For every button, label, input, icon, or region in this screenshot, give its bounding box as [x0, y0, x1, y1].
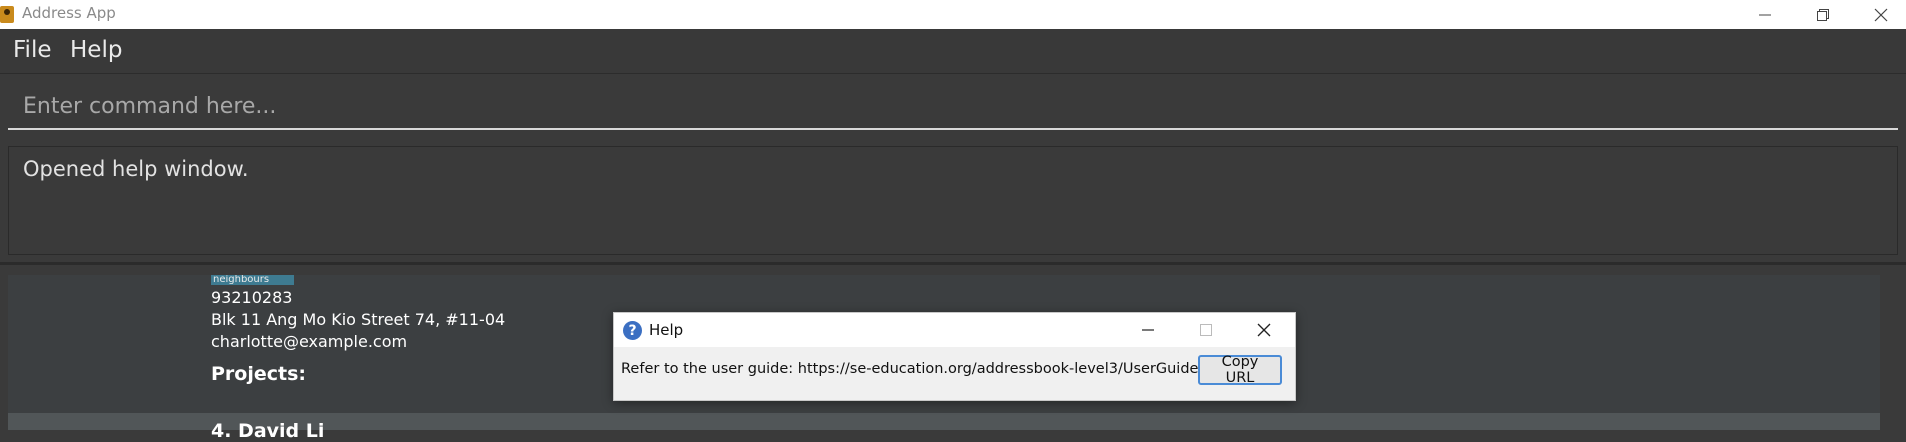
- close-button[interactable]: [1858, 0, 1904, 29]
- next-person-name: 4. David Li: [211, 420, 325, 442]
- dialog-close-button[interactable]: [1254, 320, 1274, 340]
- app-icon: [0, 6, 14, 23]
- dialog-maximize-button[interactable]: [1196, 320, 1216, 340]
- close-icon: [1257, 323, 1271, 337]
- menu-help[interactable]: Help: [70, 37, 122, 63]
- help-dialog-title: Help: [649, 321, 684, 339]
- question-icon: ?: [623, 321, 642, 340]
- minimize-button[interactable]: [1742, 0, 1788, 29]
- copy-url-button[interactable]: Copy URL: [1198, 354, 1282, 386]
- projects-label: Projects:: [211, 363, 306, 385]
- restore-icon: [1817, 8, 1829, 21]
- help-message: Refer to the user guide: https://se-educ…: [621, 361, 1237, 377]
- minimize-icon: [1759, 14, 1771, 15]
- result-display: Opened help window.: [8, 146, 1898, 255]
- minimize-icon: [1142, 329, 1154, 331]
- person-email: charlotte@example.com: [211, 332, 408, 351]
- command-input[interactable]: [8, 84, 1898, 128]
- help-dialog: ? Help Refer to the user guide: https://…: [613, 312, 1296, 401]
- dialog-minimize-button[interactable]: [1138, 320, 1158, 340]
- window-title: Address App: [22, 4, 116, 22]
- command-box: [8, 84, 1898, 130]
- maximize-icon: [1200, 324, 1212, 336]
- close-icon: [1874, 8, 1888, 21]
- window-titlebar: Address App: [0, 0, 1906, 29]
- person-tag: neighbours: [211, 275, 294, 285]
- person-address: Blk 11 Ang Mo Kio Street 74, #11-04: [211, 310, 506, 329]
- menu-bar: File Help: [0, 29, 1906, 74]
- help-dialog-titlebar: ? Help: [614, 313, 1295, 347]
- restore-button[interactable]: [1800, 0, 1846, 29]
- person-phone: 93210283: [211, 288, 293, 307]
- divider: [0, 262, 1906, 265]
- menu-file[interactable]: File: [13, 37, 52, 63]
- result-text: Opened help window.: [23, 157, 249, 181]
